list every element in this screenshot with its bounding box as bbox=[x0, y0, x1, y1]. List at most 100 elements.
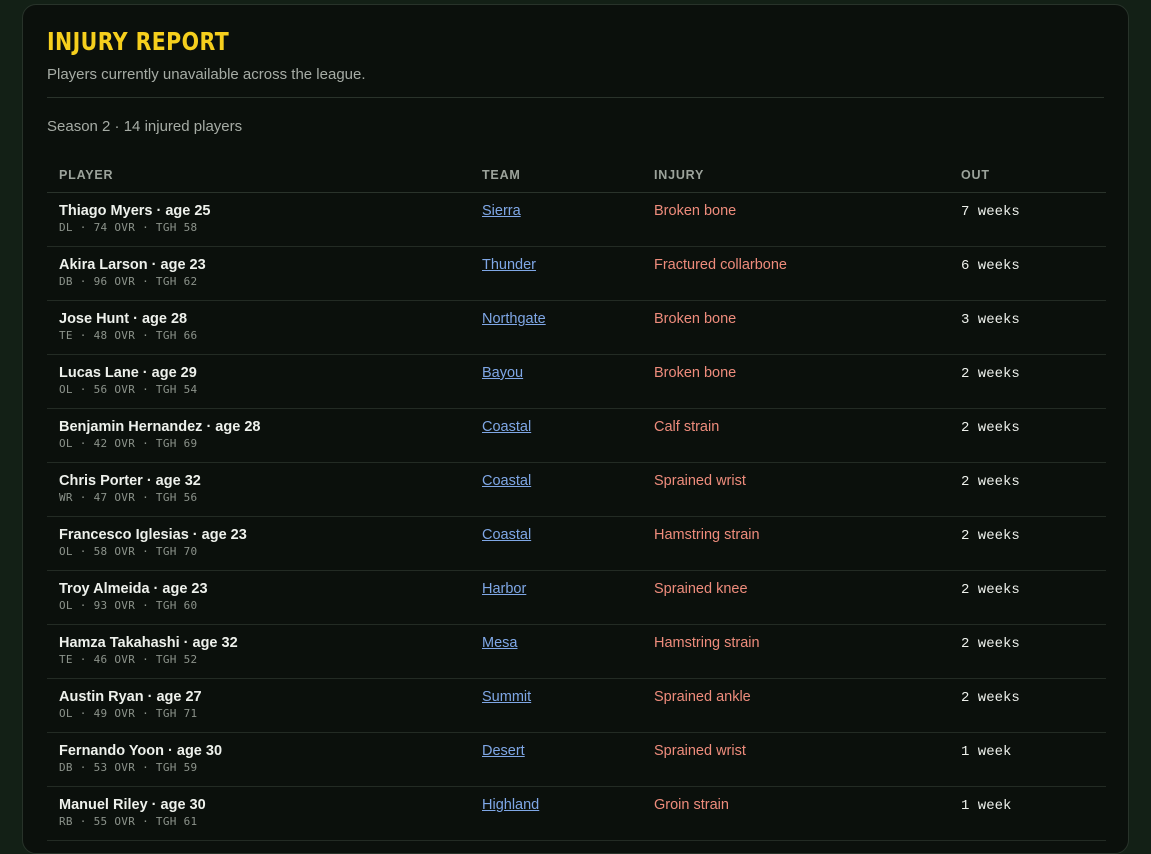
player-stats: WR · 47 OVR · TGH 56 bbox=[59, 491, 198, 504]
injury-type: Broken bone bbox=[654, 365, 737, 381]
player-cell: Jose Hunt · age 28 TE · 48 OVR · TGH 66 bbox=[47, 300, 470, 355]
out-duration: 2 weeks bbox=[961, 528, 1020, 544]
team-link[interactable]: Harbor bbox=[482, 581, 526, 597]
player-stats: DL · 74 OVR · TGH 58 bbox=[59, 221, 198, 234]
table-row: Lucas Lane · age 29 OL · 56 OVR · TGH 54 … bbox=[47, 354, 1106, 409]
injury-report-panel: Injury Report Players currently unavaila… bbox=[22, 4, 1129, 854]
out-duration: 6 weeks bbox=[961, 258, 1020, 274]
team-cell: Bayou bbox=[470, 354, 642, 409]
table-header-row: PLAYER TEAM INJURY OUT bbox=[47, 158, 1106, 193]
team-cell: Sierra bbox=[470, 192, 642, 247]
team-cell: Mesa bbox=[470, 624, 642, 679]
injury-cell: Broken bone bbox=[642, 300, 949, 355]
team-link[interactable]: Desert bbox=[482, 743, 525, 759]
table-row: Francesco Iglesias · age 23 OL · 58 OVR ·… bbox=[47, 516, 1106, 571]
team-cell: Coastal bbox=[470, 408, 642, 463]
injury-type: Hamstring strain bbox=[654, 635, 760, 651]
out-duration: 1 week bbox=[961, 744, 1012, 760]
player-cell: Chris Porter · age 32 WR · 47 OVR · TGH 5… bbox=[47, 462, 470, 517]
team-link[interactable]: Coastal bbox=[482, 527, 531, 543]
player-name: Jose Hunt · age 28 bbox=[59, 311, 188, 327]
player-stats: OL · 58 OVR · TGH 70 bbox=[59, 545, 198, 558]
injury-type: Sprained knee bbox=[654, 581, 748, 597]
team-cell: Harbor bbox=[470, 570, 642, 625]
table-row: Fernando Yoon · age 30 DB · 53 OVR · TGH … bbox=[47, 732, 1106, 787]
injury-cell: Calf strain bbox=[642, 408, 949, 463]
table-row: Hamza Takahashi · age 32 TE · 46 OVR · TG… bbox=[47, 624, 1106, 679]
player-stats: OL · 49 OVR · TGH 71 bbox=[59, 707, 198, 720]
player-name: Benjamin Hernandez · age 28 bbox=[59, 419, 261, 435]
page-subtitle: Players currently unavailable across the… bbox=[47, 66, 366, 83]
player-stats: TE · 48 OVR · TGH 66 bbox=[59, 329, 198, 342]
injury-type: Fractured collarbone bbox=[654, 257, 787, 273]
injury-cell: Sprained ankle bbox=[642, 678, 949, 733]
team-link[interactable]: Sierra bbox=[482, 203, 521, 219]
injury-type: Sprained wrist bbox=[654, 743, 746, 759]
out-duration: 2 weeks bbox=[961, 636, 1020, 652]
injury-cell: Fractured collarbone bbox=[642, 246, 949, 301]
table-row: Akira Larson · age 23 DB · 96 OVR · TGH 6… bbox=[47, 246, 1106, 301]
table-row: Troy Almeida · age 23 OL · 93 OVR · TGH 6… bbox=[47, 570, 1106, 625]
table-row: Austin Ryan · age 27 OL · 49 OVR · TGH 71… bbox=[47, 678, 1106, 733]
injury-table-body: Thiago Myers · age 25 DL · 74 OVR · TGH 5… bbox=[47, 192, 1106, 841]
header-divider bbox=[47, 97, 1104, 98]
team-link[interactable]: Coastal bbox=[482, 419, 531, 435]
injury-cell: Hamstring strain bbox=[642, 516, 949, 571]
injury-cell: Hamstring strain bbox=[642, 624, 949, 679]
injury-cell: Sprained wrist bbox=[642, 732, 949, 787]
table-row: Benjamin Hernandez · age 28 OL · 42 OVR ·… bbox=[47, 408, 1106, 463]
column-header-injury: INJURY bbox=[642, 158, 949, 193]
injury-cell: Groin strain bbox=[642, 786, 949, 841]
out-cell: 1 week bbox=[949, 732, 1106, 787]
out-cell: 2 weeks bbox=[949, 624, 1106, 679]
team-cell: Coastal bbox=[470, 462, 642, 517]
table-row: Manuel Riley · age 30 RB · 55 OVR · TGH 6… bbox=[47, 786, 1106, 841]
player-cell: Manuel Riley · age 30 RB · 55 OVR · TGH 6… bbox=[47, 786, 470, 841]
table-row: Jose Hunt · age 28 TE · 48 OVR · TGH 66 N… bbox=[47, 300, 1106, 355]
team-cell: Coastal bbox=[470, 516, 642, 571]
team-link[interactable]: Bayou bbox=[482, 365, 523, 381]
team-link[interactable]: Highland bbox=[482, 797, 539, 813]
player-cell: Hamza Takahashi · age 32 TE · 46 OVR · TG… bbox=[47, 624, 470, 679]
out-duration: 3 weeks bbox=[961, 312, 1020, 328]
team-cell: Highland bbox=[470, 786, 642, 841]
team-cell: Northgate bbox=[470, 300, 642, 355]
player-cell: Austin Ryan · age 27 OL · 49 OVR · TGH 71 bbox=[47, 678, 470, 733]
team-link[interactable]: Mesa bbox=[482, 635, 517, 651]
out-cell: 7 weeks bbox=[949, 192, 1106, 247]
team-link[interactable]: Thunder bbox=[482, 257, 536, 273]
team-cell: Desert bbox=[470, 732, 642, 787]
injury-type: Broken bone bbox=[654, 311, 737, 327]
player-stats: OL · 42 OVR · TGH 69 bbox=[59, 437, 198, 450]
team-link[interactable]: Northgate bbox=[482, 311, 546, 327]
column-header-team: TEAM bbox=[470, 158, 642, 193]
out-duration: 7 weeks bbox=[961, 204, 1020, 220]
injury-cell: Broken bone bbox=[642, 354, 949, 409]
player-cell: Benjamin Hernandez · age 28 OL · 42 OVR ·… bbox=[47, 408, 470, 463]
player-stats: DB · 96 OVR · TGH 62 bbox=[59, 275, 198, 288]
season-summary: Season 2 · 14 injured players bbox=[47, 118, 243, 135]
player-stats: OL · 93 OVR · TGH 60 bbox=[59, 599, 198, 612]
player-name: Troy Almeida · age 23 bbox=[59, 581, 208, 597]
injury-type: Calf strain bbox=[654, 419, 720, 435]
player-name: Lucas Lane · age 29 bbox=[59, 365, 197, 381]
player-cell: Fernando Yoon · age 30 DB · 53 OVR · TGH … bbox=[47, 732, 470, 787]
player-name: Thiago Myers · age 25 bbox=[59, 203, 211, 219]
player-name: Manuel Riley · age 30 bbox=[59, 797, 206, 813]
player-stats: DB · 53 OVR · TGH 59 bbox=[59, 761, 198, 774]
out-duration: 2 weeks bbox=[961, 690, 1020, 706]
injury-type: Broken bone bbox=[654, 203, 737, 219]
team-cell: Thunder bbox=[470, 246, 642, 301]
out-cell: 2 weeks bbox=[949, 354, 1106, 409]
player-name: Fernando Yoon · age 30 bbox=[59, 743, 223, 759]
team-link[interactable]: Coastal bbox=[482, 473, 531, 489]
out-cell: 3 weeks bbox=[949, 300, 1106, 355]
injury-cell: Sprained knee bbox=[642, 570, 949, 625]
player-cell: Akira Larson · age 23 DB · 96 OVR · TGH 6… bbox=[47, 246, 470, 301]
player-name: Hamza Takahashi · age 32 bbox=[59, 635, 238, 651]
injury-cell: Sprained wrist bbox=[642, 462, 949, 517]
team-cell: Summit bbox=[470, 678, 642, 733]
team-link[interactable]: Summit bbox=[482, 689, 531, 705]
player-name: Austin Ryan · age 27 bbox=[59, 689, 202, 705]
injury-cell: Broken bone bbox=[642, 192, 949, 247]
